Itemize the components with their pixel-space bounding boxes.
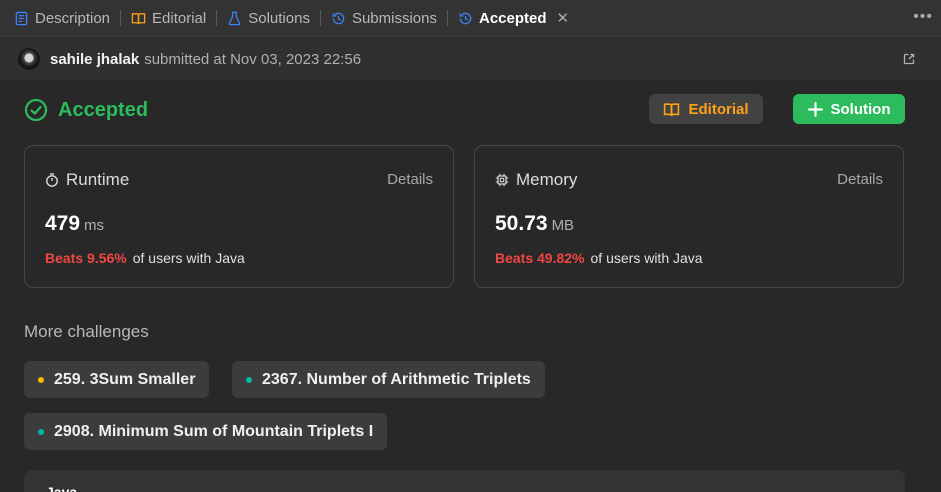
status-row: Accepted Editorial Solution	[24, 94, 905, 126]
runtime-number: 479	[45, 212, 81, 235]
more-challenges-heading: More challenges	[24, 322, 149, 341]
runtime-header: Runtime	[45, 170, 129, 190]
challenge-chip[interactable]: 259. 3Sum Smaller	[24, 361, 210, 398]
memory-beats-percent: Beats 49.82%	[495, 250, 585, 266]
runtime-value: 479 ms	[45, 212, 104, 236]
tab-submissions-label: Submissions	[351, 9, 437, 27]
memory-title: Memory	[516, 170, 578, 189]
challenge-label: 2908. Minimum Sum of Mountain Triplets I	[54, 422, 374, 440]
memory-card[interactable]: Memory Details 50.73 MB Beats 49.82% of us…	[474, 145, 904, 288]
memory-details-link[interactable]: Details	[837, 171, 883, 188]
tab-solutions[interactable]: Solutions	[217, 0, 320, 37]
stopwatch-icon	[46, 173, 58, 187]
chip-icon	[495, 173, 509, 187]
challenge-chip[interactable]: 2367. Number of Arithmetic Triplets	[232, 361, 545, 398]
avatar[interactable]	[18, 48, 40, 70]
solution-button-label: Solution	[830, 100, 891, 118]
difficulty-dot-icon	[38, 376, 44, 383]
book-icon	[664, 102, 680, 116]
history-icon	[332, 12, 345, 24]
runtime-title: Runtime	[66, 170, 130, 189]
memory-beats-suffix: of users with Java	[590, 250, 703, 266]
plus-icon	[807, 101, 823, 117]
book-icon	[131, 12, 146, 24]
code-panel: Java	[24, 470, 905, 492]
history-icon	[459, 12, 472, 24]
runtime-details-link[interactable]: Details	[387, 171, 433, 188]
runtime-beats: Beats 9.56% of users with Java	[45, 250, 245, 266]
tab-solutions-label: Solutions	[248, 9, 310, 27]
memory-value: 50.73 MB	[495, 212, 574, 236]
runtime-unit: ms	[84, 217, 105, 234]
memory-beats: Beats 49.82% of users with Java	[495, 250, 703, 266]
tab-accepted-label: Accepted	[479, 9, 547, 27]
tab-editorial[interactable]: Editorial	[121, 0, 216, 37]
add-solution-button[interactable]: Solution	[793, 94, 905, 124]
submitted-timestamp: submitted at Nov 03, 2023 22:56	[144, 50, 362, 68]
tab-submissions[interactable]: Submissions	[321, 0, 447, 37]
tab-bar: Description Editorial Solutions Submissi…	[0, 0, 941, 37]
status-label: Accepted	[58, 98, 149, 121]
difficulty-dot-icon	[246, 376, 252, 383]
memory-header: Memory	[495, 170, 577, 190]
challenge-label: 259. 3Sum Smaller	[54, 370, 196, 388]
runtime-card[interactable]: Runtime Details 479 ms Beats 9.56% of user…	[24, 145, 454, 288]
challenge-label: 2367. Number of Arithmetic Triplets	[262, 370, 531, 388]
share-icon[interactable]	[903, 53, 915, 65]
submission-info-bar: sahile jhalak submitted at Nov 03, 2023 …	[0, 38, 941, 80]
runtime-beats-percent: Beats 9.56%	[45, 250, 127, 266]
username[interactable]: sahile jhalak	[50, 51, 139, 68]
editorial-button-label: Editorial	[688, 100, 749, 118]
challenge-chip[interactable]: 2908. Minimum Sum of Mountain Triplets I	[24, 413, 388, 450]
difficulty-dot-icon	[38, 428, 44, 435]
memory-unit: MB	[551, 217, 575, 234]
tab-description[interactable]: Description	[0, 0, 120, 37]
tab-accepted[interactable]: Accepted ✕	[448, 0, 579, 37]
memory-number: 50.73	[495, 212, 548, 235]
editorial-button[interactable]: Editorial	[649, 94, 763, 124]
check-circle-icon	[24, 98, 48, 122]
close-icon[interactable]: ✕	[557, 9, 570, 27]
status-heading: Accepted	[24, 98, 148, 122]
runtime-beats-suffix: of users with Java	[132, 250, 245, 266]
flask-icon	[228, 11, 241, 25]
tab-description-label: Description	[35, 9, 111, 27]
more-options-icon[interactable]: •••	[913, 8, 933, 26]
code-language-label: Java	[46, 484, 78, 492]
description-icon	[15, 11, 28, 25]
tab-editorial-label: Editorial	[152, 9, 207, 27]
